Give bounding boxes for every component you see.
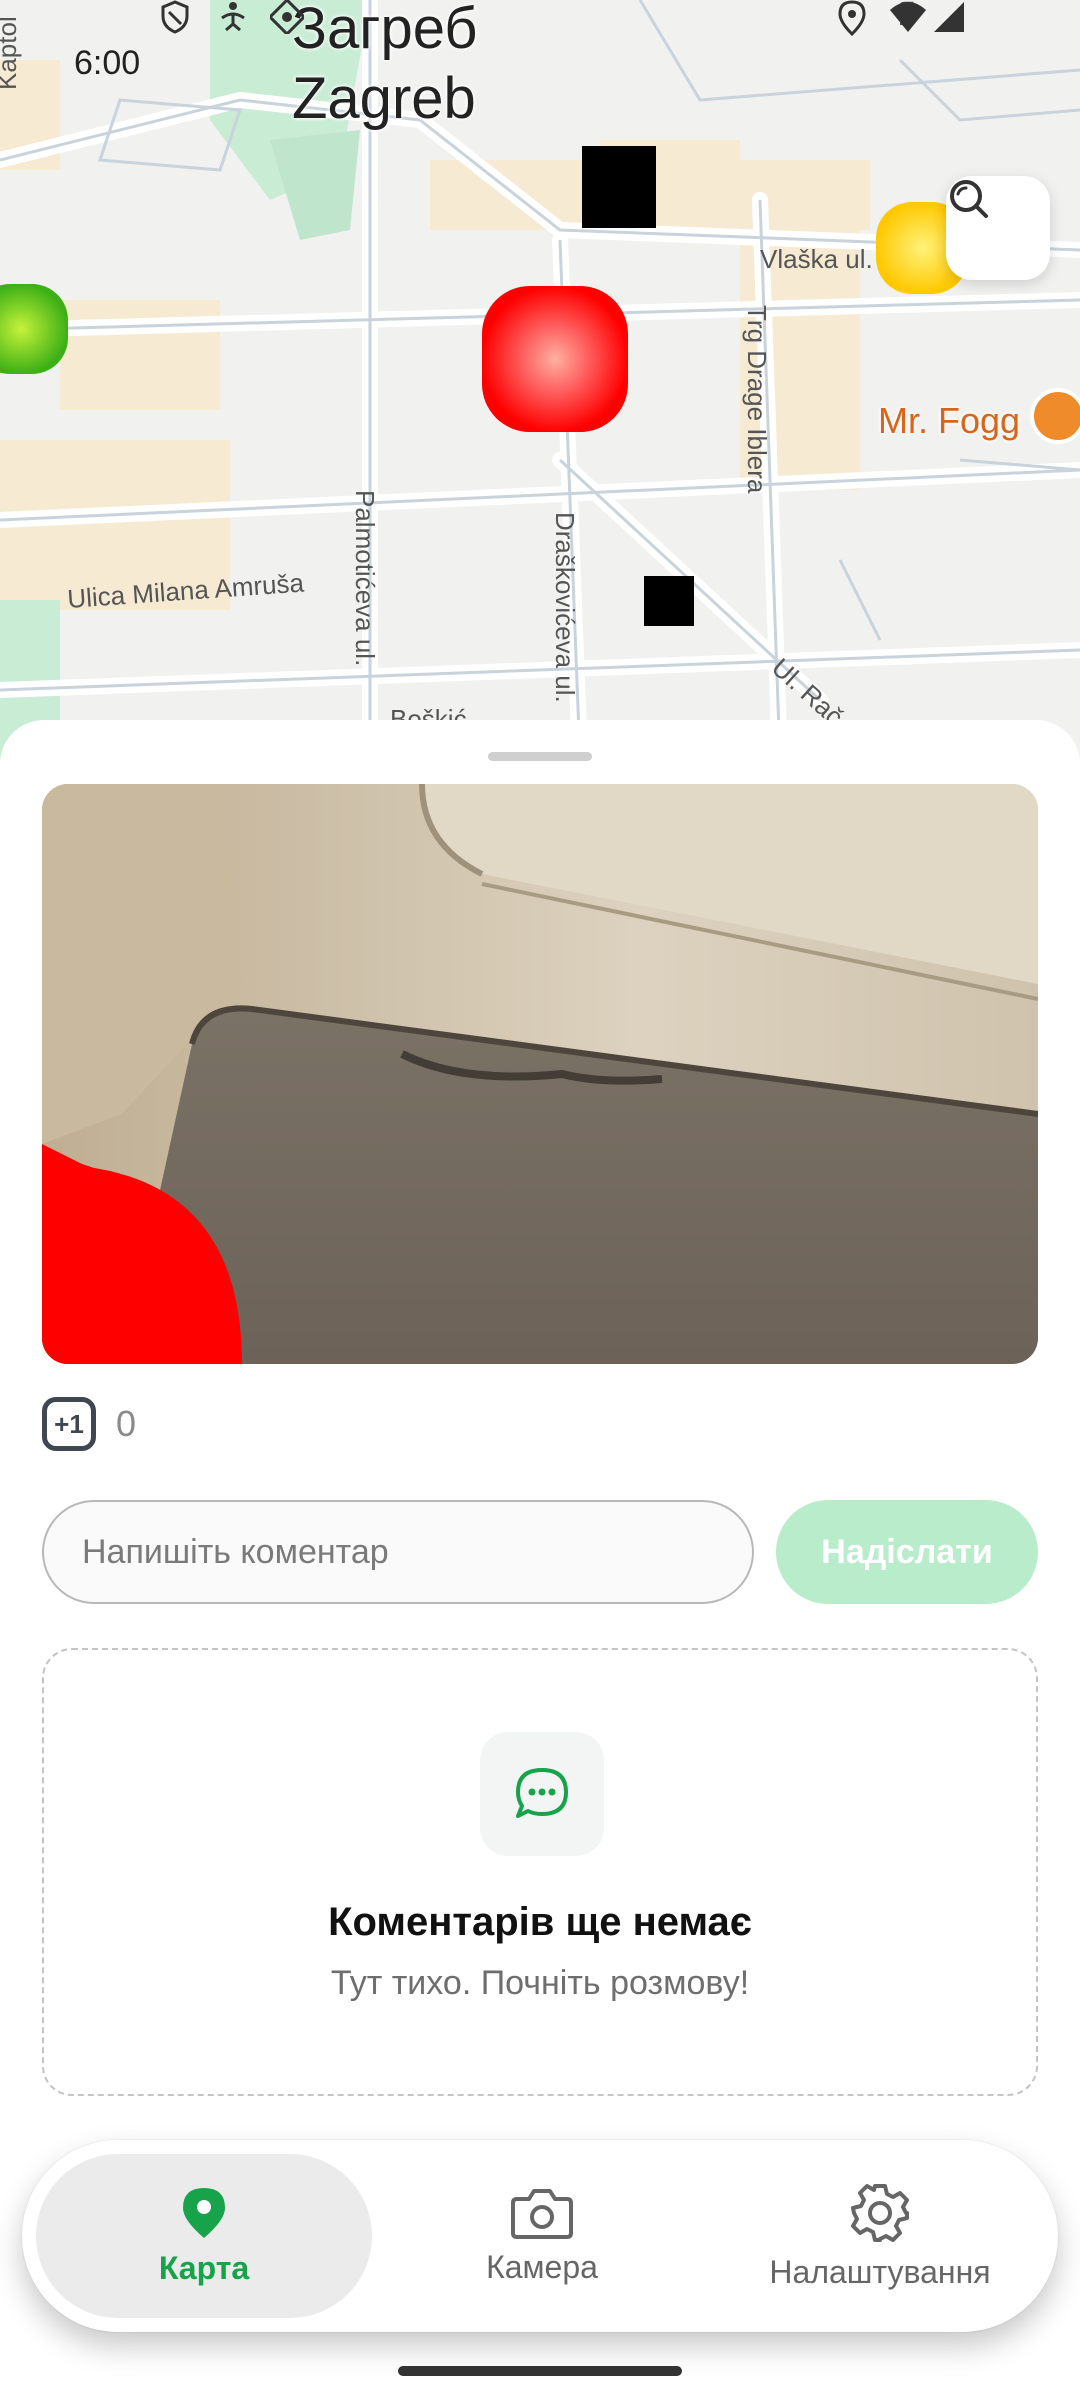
nav-tab-map[interactable]: Карта (36, 2154, 372, 2318)
cocktail-bar-icon[interactable] (1030, 388, 1080, 444)
street-label-kaptol: Kaptol (0, 16, 22, 90)
send-comment-button[interactable]: Надіслати (776, 1500, 1038, 1604)
nav-tab-camera[interactable]: Камера (392, 2154, 692, 2318)
vote-row: +1 0 (42, 1394, 136, 1454)
map-search-button[interactable] (946, 176, 1050, 280)
report-marker-black-small[interactable] (644, 576, 694, 626)
empty-state-icon-wrap (480, 1732, 604, 1856)
map-canvas: Vlaška ul. Trg Drage Iblera Palmotićeva … (0, 0, 1080, 760)
bottom-navigation: Карта Камера Налаштування (22, 2140, 1058, 2332)
map-pin-icon (183, 2187, 225, 2238)
report-marker-red[interactable] (482, 286, 628, 432)
upvote-button[interactable]: +1 (42, 1397, 96, 1451)
street-label-palmoticeva: Palmotićeva ul. (350, 490, 380, 666)
vote-count: 0 (116, 1403, 137, 1444)
home-indicator[interactable] (398, 2366, 682, 2376)
nav-label-settings: Налаштування (769, 2253, 991, 2290)
street-label-top-right: ul. (894, 0, 924, 27)
chat-bubble-icon (516, 1768, 568, 1818)
city-name-cyrillic: Загреб (292, 0, 478, 61)
sheet-drag-handle[interactable] (488, 752, 592, 761)
nav-label-camera: Камера (486, 2248, 598, 2285)
search-icon (950, 180, 988, 218)
report-photo-image (42, 784, 1038, 1364)
comments-empty-state: Коментарів ще немає Тут тихо. Почніть ро… (42, 1648, 1038, 2096)
camera-icon (511, 2188, 573, 2239)
poi-label[interactable]: Mr. Fogg (878, 400, 1020, 442)
street-label-vlaska: Vlaška ul. (760, 244, 873, 274)
street-label-iblera: Trg Drage Iblera (742, 305, 772, 494)
street-label-draskoviceva: Draškovićeva ul. (550, 512, 580, 703)
city-name-latin: Zagreb (292, 66, 476, 131)
comment-input[interactable] (42, 1500, 754, 1604)
map-view[interactable]: Vlaška ul. Trg Drage Iblera Palmotićeva … (0, 0, 1080, 760)
gear-icon (851, 2183, 909, 2242)
report-marker-green[interactable] (0, 284, 68, 374)
nav-label-map: Карта (158, 2249, 250, 2286)
nav-tab-settings[interactable]: Налаштування (712, 2154, 1048, 2318)
report-marker-black-large[interactable] (582, 146, 656, 228)
report-photo[interactable] (42, 784, 1038, 1364)
empty-state-title: Коментарів ще немає (328, 1900, 752, 1944)
empty-state-subtitle: Тут тихо. Почніть розмову! (330, 1964, 750, 2002)
